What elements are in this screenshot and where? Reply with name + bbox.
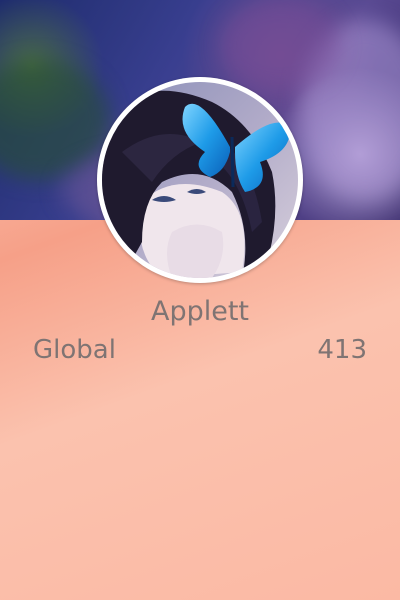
global-label: Global — [33, 335, 116, 365]
profile-card: Applett Global 413 — [0, 0, 400, 600]
global-value: 413 — [317, 335, 367, 365]
avatar[interactable] — [97, 77, 303, 283]
username: Applett — [150, 296, 250, 327]
avatar-image — [102, 82, 298, 278]
